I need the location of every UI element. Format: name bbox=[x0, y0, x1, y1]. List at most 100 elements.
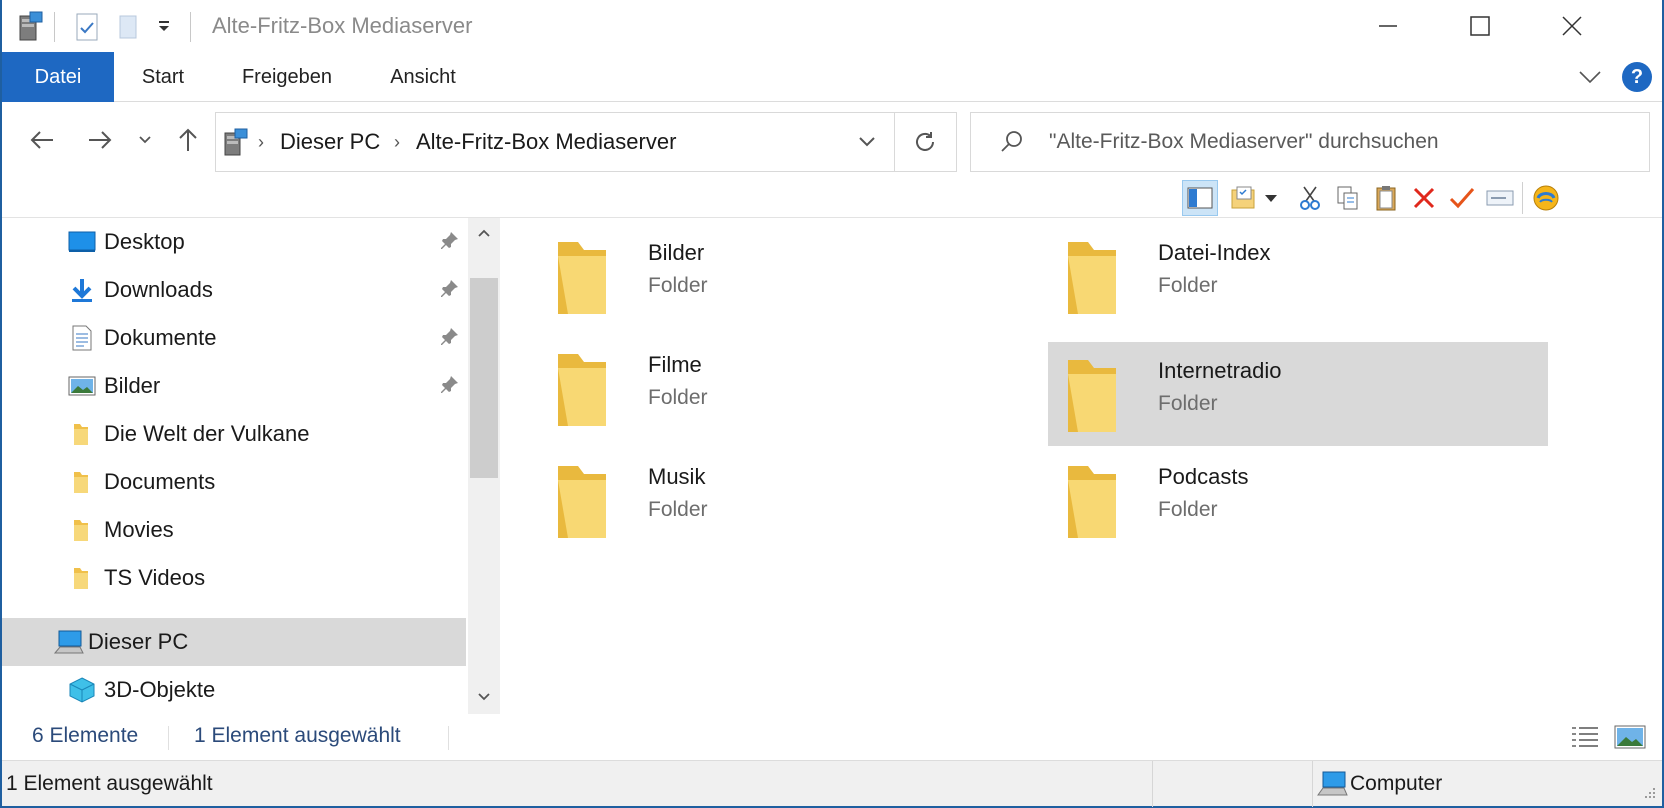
forward-button[interactable] bbox=[80, 120, 120, 160]
refresh-icon[interactable] bbox=[912, 129, 938, 155]
pin-icon[interactable] bbox=[438, 374, 460, 396]
content-pane: Bilder Folder Datei-Index Folder Filme F… bbox=[500, 218, 1662, 714]
tab-datei[interactable]: Datei bbox=[2, 52, 114, 102]
address-separator bbox=[894, 113, 895, 171]
paste-button[interactable] bbox=[1368, 180, 1404, 216]
nav-item-downloads[interactable]: Downloads bbox=[2, 266, 466, 314]
breadcrumb-separator-icon[interactable]: › bbox=[258, 132, 264, 153]
mediaserver-icon[interactable] bbox=[16, 10, 46, 42]
computer-icon bbox=[54, 630, 84, 654]
nav-item-documents[interactable]: Documents bbox=[2, 458, 466, 506]
nav-item-dieser-pc[interactable]: Dieser PC bbox=[2, 618, 466, 666]
folder-type: Folder bbox=[648, 386, 708, 409]
nav-item-label: Dokumente bbox=[104, 325, 217, 350]
maximize-button[interactable] bbox=[1434, 0, 1526, 52]
nav-item-ts-videos[interactable]: TS Videos bbox=[2, 554, 466, 602]
properties-icon[interactable] bbox=[74, 12, 100, 42]
folder-type: Folder bbox=[1158, 274, 1218, 297]
breadcrumb-dieser-pc[interactable]: Dieser PC bbox=[280, 129, 380, 155]
scroll-thumb[interactable] bbox=[470, 278, 498, 478]
recent-locations-button[interactable] bbox=[130, 120, 160, 160]
properties-icon bbox=[1231, 186, 1255, 209]
help-button[interactable]: ? bbox=[1622, 62, 1652, 92]
nav-item-label: 3D-Objekte bbox=[104, 677, 216, 702]
address-dropdown-icon[interactable] bbox=[858, 135, 876, 149]
folder-tile-filme[interactable]: Filme Folder bbox=[510, 336, 1012, 440]
apply-button[interactable] bbox=[1444, 180, 1480, 216]
folder-type: Folder bbox=[1158, 392, 1218, 415]
up-button[interactable] bbox=[168, 120, 208, 160]
nav-scrollbar[interactable] bbox=[468, 218, 500, 714]
views-dropdown-button[interactable] bbox=[1260, 180, 1282, 216]
info-bar: 6 Elemente 1 Element ausgewählt bbox=[2, 714, 1662, 760]
tab-start[interactable]: Start bbox=[120, 52, 206, 102]
preview-pane-icon bbox=[1187, 187, 1213, 209]
scroll-up-icon[interactable] bbox=[468, 218, 500, 248]
nav-item-desktop[interactable]: Desktop bbox=[2, 218, 466, 266]
mediaserver-icon bbox=[222, 127, 250, 157]
toolbar-separator bbox=[1522, 182, 1523, 214]
search-input[interactable] bbox=[1049, 125, 1639, 159]
rename-button[interactable] bbox=[1482, 180, 1518, 216]
nav-item-bilder[interactable]: Bilder bbox=[2, 362, 466, 410]
delete-button[interactable] bbox=[1406, 180, 1442, 216]
qa-separator bbox=[54, 12, 55, 42]
shell-icon bbox=[1533, 185, 1559, 211]
properties-button[interactable] bbox=[1226, 180, 1262, 216]
folder-icon bbox=[558, 466, 606, 538]
large-icons-view-icon[interactable] bbox=[1614, 724, 1646, 750]
nav-item-label: Desktop bbox=[104, 229, 185, 254]
preview-pane-button[interactable] bbox=[1182, 180, 1218, 216]
nav-item-dokumente[interactable]: Dokumente bbox=[2, 314, 466, 362]
close-icon bbox=[1562, 16, 1582, 36]
back-button[interactable] bbox=[22, 120, 62, 160]
breadcrumb-mediaserver[interactable]: Alte-Fritz-Box Mediaserver bbox=[416, 129, 676, 155]
nav-item-label: Movies bbox=[104, 517, 174, 542]
nav-item-movies[interactable]: Movies bbox=[2, 506, 466, 554]
expand-ribbon-icon[interactable] bbox=[1578, 68, 1602, 86]
breadcrumb-separator-icon[interactable]: › bbox=[394, 132, 400, 153]
status-text: 1 Element ausgewählt bbox=[6, 772, 213, 795]
desktop-icon bbox=[68, 231, 96, 252]
nav-item-3d-objekte[interactable]: 3D-Objekte bbox=[2, 666, 466, 714]
copy-button[interactable] bbox=[1330, 180, 1366, 216]
pin-icon[interactable] bbox=[438, 278, 460, 300]
pin-icon[interactable] bbox=[438, 230, 460, 252]
nav-item-label: Documents bbox=[104, 469, 216, 494]
folder-tile-bilder[interactable]: Bilder Folder bbox=[510, 224, 1012, 328]
search-box[interactable] bbox=[970, 112, 1650, 172]
up-arrow-icon bbox=[179, 128, 197, 151]
resize-grip-icon[interactable] bbox=[1640, 785, 1658, 803]
zone-label: Computer bbox=[1350, 772, 1443, 795]
folder-tile-internetradio[interactable]: Internetradio Folder bbox=[1048, 342, 1548, 446]
scroll-down-icon[interactable] bbox=[468, 682, 500, 712]
dropdown-icon bbox=[1265, 195, 1277, 202]
cut-button[interactable] bbox=[1292, 180, 1328, 216]
tab-ansicht[interactable]: Ansicht bbox=[370, 52, 476, 102]
folder-tile-musik[interactable]: Musik Folder bbox=[510, 448, 1012, 552]
qa-separator bbox=[190, 12, 191, 42]
computer-icon bbox=[1316, 769, 1348, 797]
nav-item-die-welt-der-vulkane[interactable]: Die Welt der Vulkane bbox=[2, 410, 466, 458]
item-count: 6 Elemente bbox=[32, 724, 139, 747]
cut-icon bbox=[1300, 186, 1320, 210]
pin-icon[interactable] bbox=[438, 326, 460, 348]
folder-name: Internetradio bbox=[1158, 358, 1282, 383]
details-view-icon[interactable] bbox=[1570, 724, 1600, 750]
tab-freigeben[interactable]: Freigeben bbox=[224, 52, 350, 102]
folder-tile-datei-index[interactable]: Datei-Index Folder bbox=[1020, 224, 1522, 328]
qa-dropdown-icon[interactable] bbox=[156, 18, 172, 34]
folder-tile-podcasts[interactable]: Podcasts Folder bbox=[1020, 448, 1522, 552]
navigation-pane: Desktop Downloads Dokumente Bilder Die W… bbox=[2, 218, 500, 714]
minimize-button[interactable] bbox=[1342, 0, 1434, 52]
address-bar[interactable]: › Dieser PC › Alte-Fritz-Box Mediaserver bbox=[215, 112, 957, 172]
help-icon: ? bbox=[1630, 65, 1644, 88]
new-folder-icon[interactable] bbox=[116, 12, 142, 42]
folder-name: Musik bbox=[648, 464, 706, 489]
close-button[interactable] bbox=[1526, 0, 1618, 52]
title-bar: Alte-Fritz-Box Mediaserver bbox=[2, 0, 1662, 52]
folder-icon bbox=[74, 520, 88, 541]
shell-button[interactable] bbox=[1528, 180, 1564, 216]
folder-name: Bilder bbox=[648, 240, 705, 265]
paste-icon bbox=[1376, 186, 1396, 211]
